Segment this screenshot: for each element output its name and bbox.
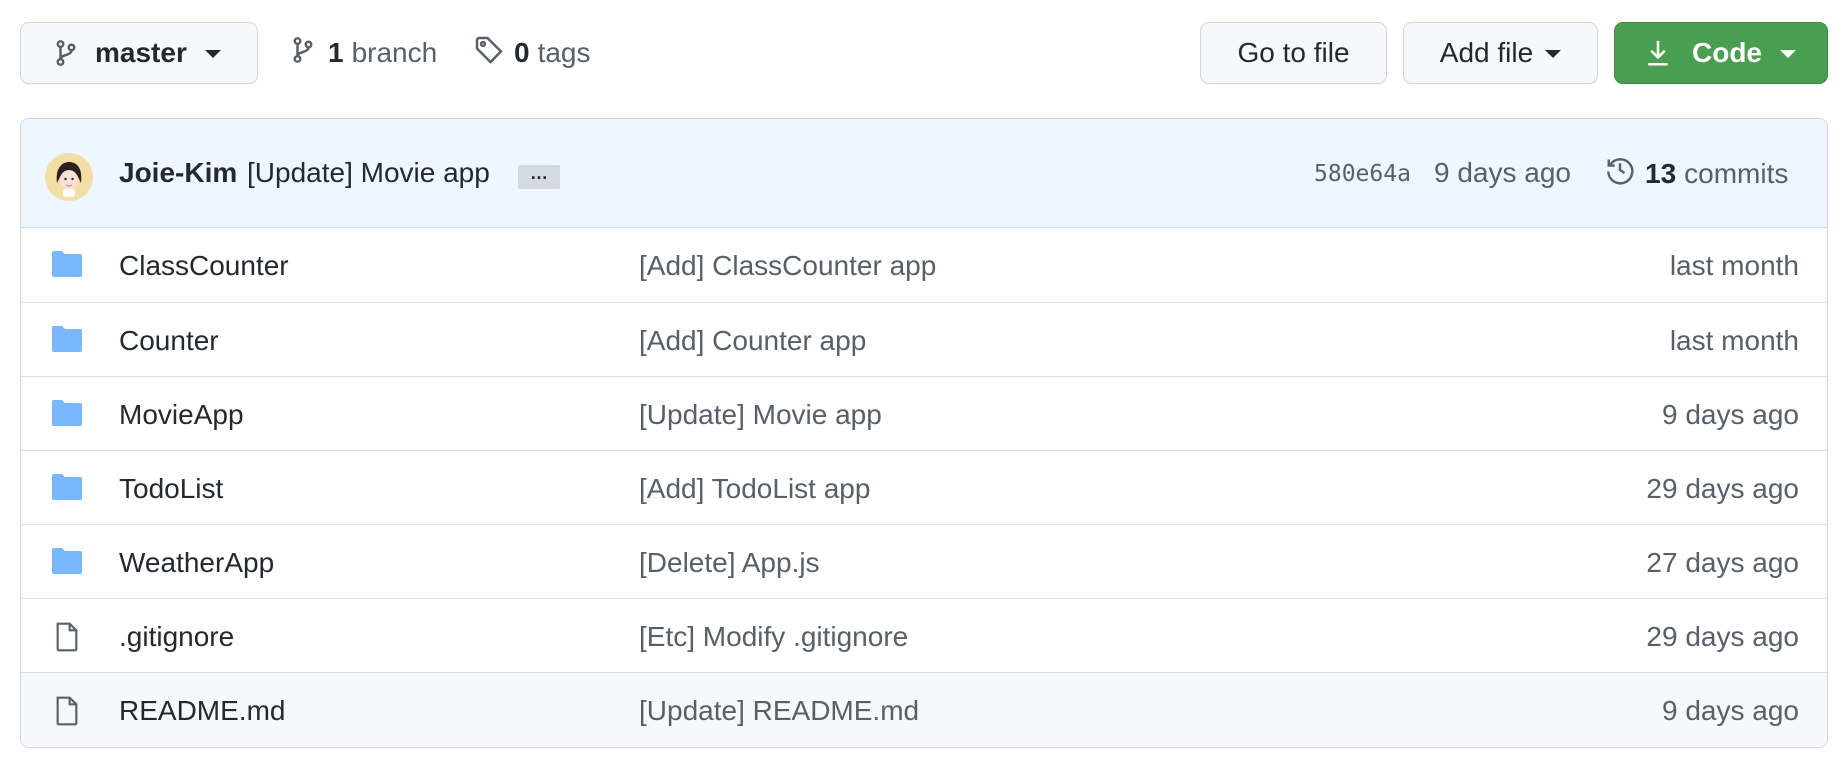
- file-name-link[interactable]: WeatherApp: [119, 547, 274, 579]
- tag-icon: [474, 35, 514, 72]
- file-commit-age: 9 days ago: [1662, 695, 1799, 726]
- file-row[interactable]: MovieApp [Update] Movie app 9 days ago: [21, 376, 1827, 450]
- file-commit-message-link[interactable]: [Update] Movie app: [639, 399, 882, 431]
- commits-history-link[interactable]: 13 commits: [1605, 155, 1788, 192]
- file-commit-age: last month: [1669, 325, 1799, 356]
- git-branch-icon: [55, 39, 77, 67]
- branch-count: 1: [328, 37, 344, 68]
- folder-icon: [51, 547, 83, 580]
- file-name-link[interactable]: README.md: [119, 695, 285, 727]
- add-file-button[interactable]: Add file: [1403, 22, 1598, 84]
- file-icon: [51, 621, 83, 658]
- tags-link[interactable]: 0 tags: [474, 22, 591, 84]
- file-name-link[interactable]: TodoList: [119, 473, 223, 505]
- file-name-link[interactable]: .gitignore: [119, 621, 234, 653]
- expand-commit-button[interactable]: …: [518, 164, 560, 189]
- file-commit-message-link[interactable]: [Add] TodoList app: [639, 473, 870, 505]
- latest-commit-bar: Joie-Kim [Update] Movie app … 580e64a 9 …: [21, 119, 1827, 228]
- go-to-file-label: Go to file: [1237, 37, 1350, 68]
- folder-icon: [51, 399, 83, 432]
- branches-link[interactable]: 1 branch: [292, 22, 437, 84]
- chevron-down-icon: [204, 50, 221, 58]
- file-name-link[interactable]: MovieApp: [119, 399, 244, 431]
- folder-icon: [51, 250, 83, 283]
- folder-icon: [51, 473, 83, 506]
- file-row[interactable]: Counter [Add] Counter app last month: [21, 302, 1827, 376]
- file-name-link[interactable]: ClassCounter: [119, 250, 289, 282]
- branch-name: master: [95, 37, 187, 68]
- commit-time[interactable]: 9 days ago: [1434, 157, 1571, 189]
- file-row[interactable]: README.md [Update] README.md 9 days ago: [21, 672, 1827, 746]
- file-commit-age: 27 days ago: [1646, 547, 1799, 578]
- file-row[interactable]: .gitignore [Etc] Modify .gitignore 29 da…: [21, 598, 1827, 672]
- download-icon: [1646, 39, 1692, 67]
- file-commit-message-link[interactable]: [Etc] Modify .gitignore: [639, 621, 908, 653]
- file-commit-message-link[interactable]: [Add] Counter app: [639, 325, 866, 357]
- tag-label: tags: [537, 37, 591, 68]
- file-row[interactable]: WeatherApp [Delete] App.js 27 days ago: [21, 524, 1827, 598]
- tag-count: 0: [514, 37, 530, 68]
- avatar[interactable]: [45, 153, 93, 201]
- folder-icon: [51, 325, 83, 358]
- file-commit-age: 29 days ago: [1646, 621, 1799, 652]
- file-rows: ClassCounter [Add] ClassCounter app last…: [21, 228, 1827, 746]
- commit-author-link[interactable]: Joie-Kim: [119, 157, 237, 189]
- file-commit-age: 9 days ago: [1662, 399, 1799, 430]
- repo-file-browser: master 1 branch 0 tags Go to file Add fi…: [0, 0, 1848, 768]
- commit-message-link[interactable]: [Update] Movie app: [247, 157, 490, 189]
- chevron-down-icon: [1545, 50, 1562, 58]
- code-button[interactable]: Code: [1614, 22, 1828, 84]
- file-commit-message-link[interactable]: [Add] ClassCounter app: [639, 250, 936, 282]
- git-branch-icon: [292, 36, 328, 71]
- code-label: Code: [1692, 37, 1762, 68]
- go-to-file-button[interactable]: Go to file: [1200, 22, 1387, 84]
- file-commit-age: last month: [1669, 250, 1799, 281]
- commit-count: 13: [1645, 157, 1677, 189]
- file-row[interactable]: ClassCounter [Add] ClassCounter app last…: [21, 228, 1827, 302]
- commit-sha-link[interactable]: 580e64a: [1314, 161, 1411, 187]
- branch-label: branch: [351, 37, 438, 68]
- branch-select-button[interactable]: master: [20, 22, 258, 84]
- commit-label: commits: [1684, 157, 1789, 189]
- file-commit-message-link[interactable]: [Update] README.md: [639, 695, 919, 727]
- chevron-down-icon: [1780, 50, 1796, 58]
- file-row[interactable]: TodoList [Add] TodoList app 29 days ago: [21, 450, 1827, 524]
- file-icon: [51, 695, 83, 732]
- file-commit-message-link[interactable]: [Delete] App.js: [639, 547, 820, 579]
- repo-toolbar: master 1 branch 0 tags Go to file Add fi…: [20, 22, 1828, 86]
- add-file-label: Add file: [1439, 37, 1534, 68]
- file-list-box: Joie-Kim [Update] Movie app … 580e64a 9 …: [20, 118, 1828, 748]
- file-name-link[interactable]: Counter: [119, 325, 219, 357]
- file-commit-age: 29 days ago: [1646, 473, 1799, 504]
- history-icon: [1605, 155, 1645, 192]
